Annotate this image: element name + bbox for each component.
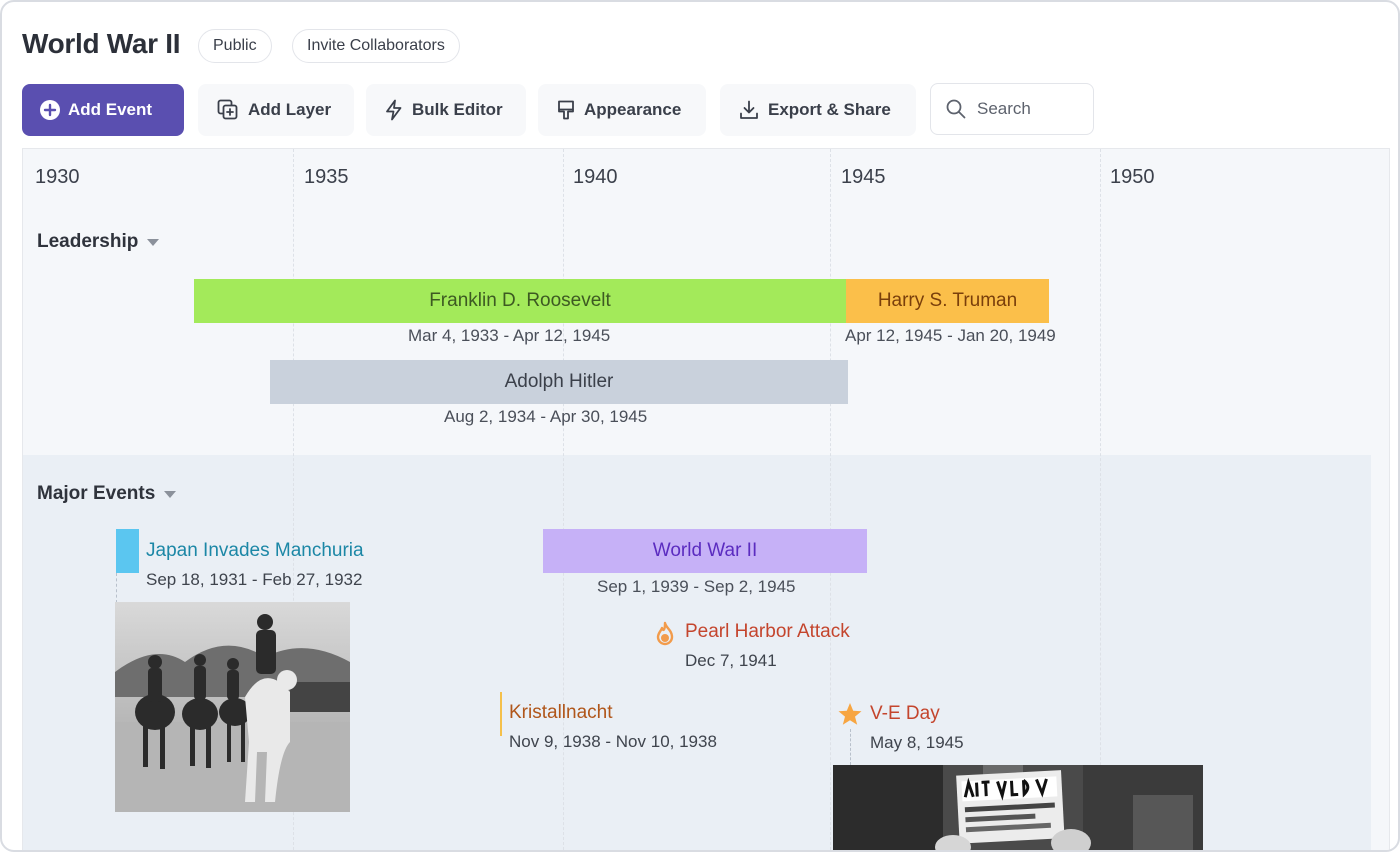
- bar-label: Harry S. Truman: [877, 290, 1018, 311]
- add-layer-button[interactable]: Add Layer: [198, 84, 354, 136]
- paint-brush-icon: [558, 100, 574, 120]
- fire-icon: [656, 621, 674, 646]
- group-major-events[interactable]: Major Events: [37, 483, 177, 505]
- bulk-editor-button[interactable]: Bulk Editor: [366, 84, 526, 136]
- event-title-pearl-harbor[interactable]: Pearl Harbor Attack: [685, 621, 850, 643]
- plus-circle-icon: [40, 100, 60, 120]
- add-event-label: Add Event: [68, 100, 153, 119]
- add-event-button[interactable]: Add Event: [22, 84, 184, 136]
- gridline-1945: [830, 149, 831, 850]
- add-layer-icon: [217, 99, 238, 120]
- appearance-button[interactable]: Appearance: [538, 84, 706, 136]
- year-label: 1940: [573, 166, 618, 188]
- page-title: World War II: [22, 28, 181, 59]
- event-marker-kristallnacht[interactable]: [500, 692, 502, 736]
- event-title-manchuria[interactable]: Japan Invades Manchuria: [146, 540, 364, 562]
- bar-world-war-ii[interactable]: World War II: [543, 529, 867, 573]
- bar-dates: Mar 4, 1933 - Apr 12, 1945: [408, 326, 611, 345]
- year-label: 1935: [304, 166, 349, 188]
- event-dates-ve-day: May 8, 1945: [870, 733, 964, 752]
- bar-roosevelt[interactable]: Franklin D. Roosevelt: [194, 279, 846, 323]
- event-connector: [850, 729, 851, 765]
- group-label: Major Events: [37, 483, 156, 504]
- mounted-soldiers-photo: [115, 602, 350, 812]
- invite-collaborators-button[interactable]: Invite Collaborators: [292, 29, 460, 63]
- event-title-kristallnacht[interactable]: Kristallnacht: [509, 702, 613, 724]
- download-icon: [740, 100, 758, 119]
- bar-label: Franklin D. Roosevelt: [429, 290, 611, 311]
- event-photo-ve-day[interactable]: [833, 765, 1203, 850]
- event-dates-pearl-harbor: Dec 7, 1941: [685, 651, 777, 670]
- timeline-canvas[interactable]: 1930 1935 1940 1945 1950 Leadership Fran…: [22, 148, 1390, 850]
- event-marker-manchuria[interactable]: [116, 529, 139, 573]
- bar-dates: Aug 2, 1934 - Apr 30, 1945: [444, 407, 648, 426]
- year-label: 1930: [35, 166, 80, 188]
- caret-down-icon: [147, 238, 160, 246]
- event-photo-manchuria[interactable]: [115, 602, 350, 812]
- add-layer-label: Add Layer: [248, 100, 332, 119]
- bar-label: Adolph Hitler: [504, 371, 614, 392]
- gridline-1950: [1100, 149, 1101, 850]
- export-share-label: Export & Share: [768, 100, 891, 119]
- bar-dates: Sep 1, 1939 - Sep 2, 1945: [597, 577, 796, 596]
- bar-hitler[interactable]: Adolph Hitler: [270, 360, 848, 404]
- star-icon: [838, 703, 862, 725]
- event-dates-kristallnacht: Nov 9, 1938 - Nov 10, 1938: [509, 732, 717, 751]
- search-placeholder: Search: [977, 99, 1031, 118]
- export-share-button[interactable]: Export & Share: [720, 84, 916, 136]
- event-dates-manchuria: Sep 18, 1931 - Feb 27, 1932: [146, 570, 363, 589]
- bar-dates: Apr 12, 1945 - Jan 20, 1949: [845, 326, 1056, 345]
- bulk-editor-label: Bulk Editor: [412, 100, 503, 119]
- bar-label: World War II: [652, 540, 758, 561]
- visibility-badge[interactable]: Public: [198, 29, 272, 63]
- bar-truman[interactable]: Harry S. Truman: [846, 279, 1049, 323]
- event-connector: [116, 573, 117, 603]
- newspaper-headline-photo: [833, 765, 1203, 850]
- lightning-icon: [386, 99, 402, 121]
- appearance-label: Appearance: [584, 100, 682, 119]
- caret-down-icon: [164, 490, 177, 498]
- group-leadership[interactable]: Leadership: [37, 231, 160, 253]
- app-window: World War II Public Invite Collaborators…: [0, 0, 1400, 852]
- year-label: 1950: [1110, 166, 1155, 188]
- search-icon: [946, 99, 966, 119]
- group-label: Leadership: [37, 231, 139, 252]
- event-title-ve-day[interactable]: V-E Day: [870, 703, 940, 725]
- year-label: 1945: [841, 166, 886, 188]
- search-input[interactable]: Search: [930, 83, 1094, 135]
